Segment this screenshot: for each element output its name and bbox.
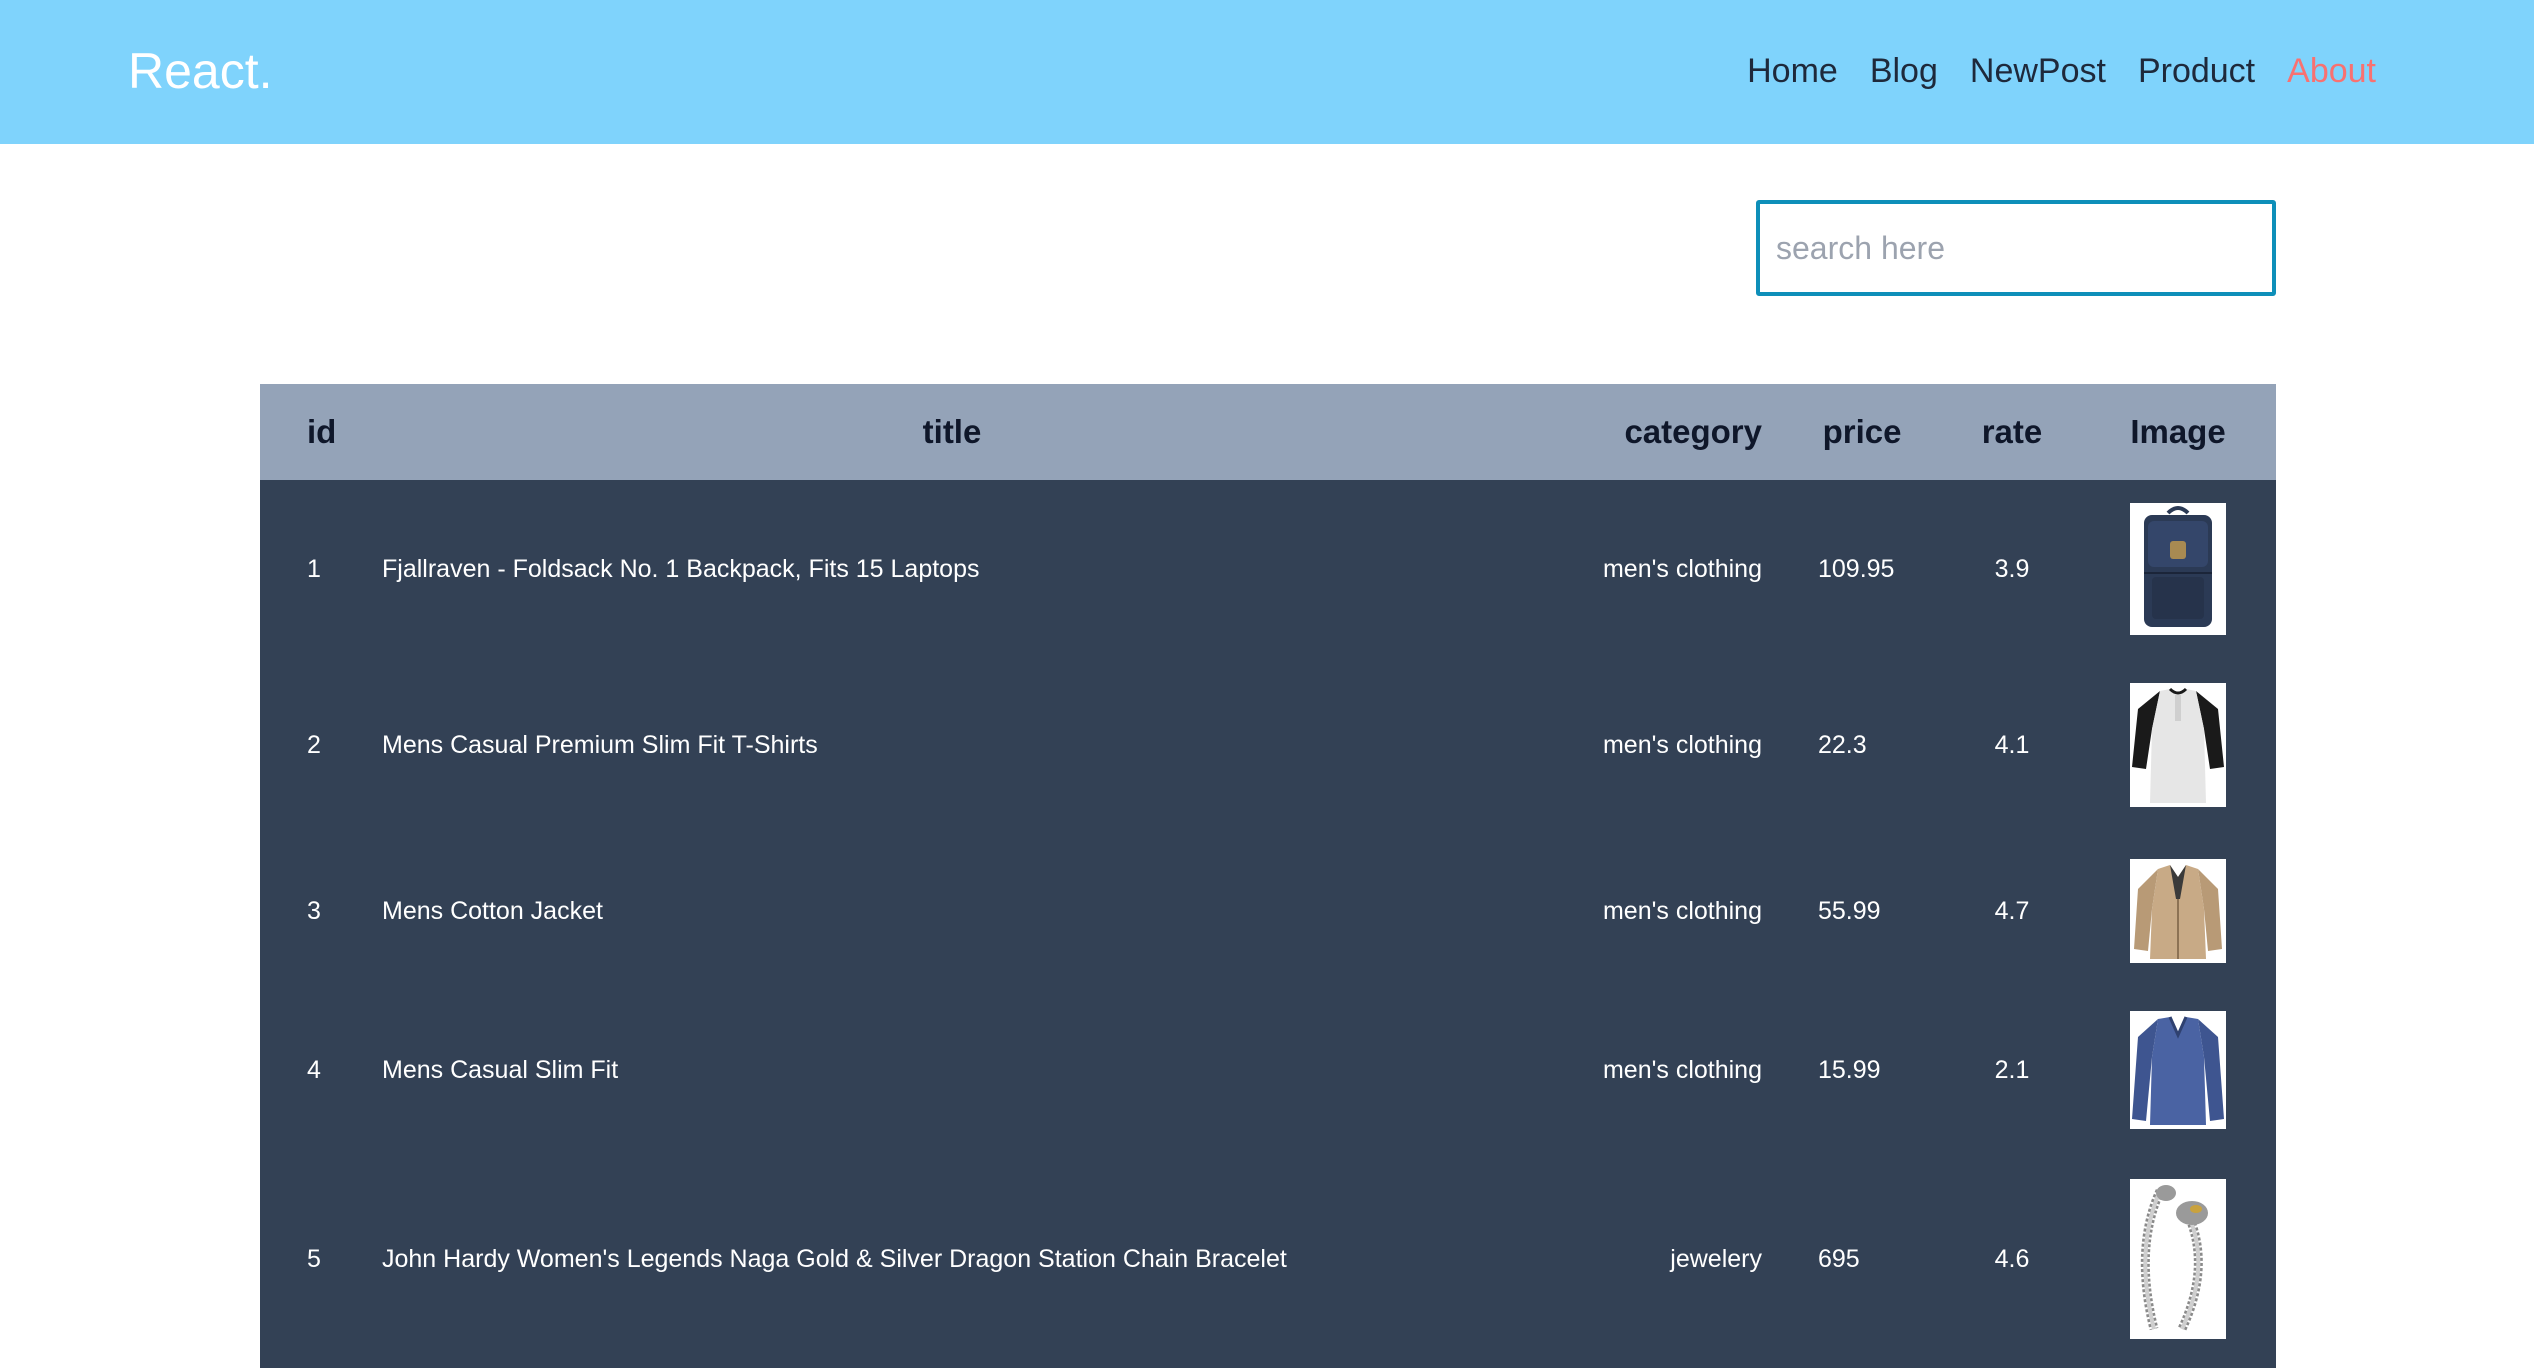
nav-link-home[interactable]: Home <box>1747 52 1838 90</box>
table-row: 5 John Hardy Women's Legends Naga Gold &… <box>260 1150 2276 1368</box>
cell-category: men's clothing <box>1602 896 1762 925</box>
column-header-price: price <box>1822 413 1902 450</box>
cell-rate: 3.9 <box>1994 554 2030 583</box>
cell-title: John Hardy Women's Legends Naga Gold & S… <box>382 1244 1287 1273</box>
cell-price: 15.99 <box>1818 1055 1881 1084</box>
cotton-jacket-thumbnail <box>2130 859 2226 963</box>
table-body: 1 Fjallraven - Foldsack No. 1 Backpack, … <box>260 480 2276 1368</box>
cell-price: 55.99 <box>1818 896 1881 925</box>
navbar: React. Home Blog NewPost Product About <box>0 0 2534 144</box>
nav-item-blog: Blog <box>1870 48 1938 94</box>
cell-category: men's clothing <box>1602 554 1762 583</box>
cell-title: Mens Casual Premium Slim Fit T-Shirts <box>382 730 818 759</box>
nav-item-home: Home <box>1747 48 1838 94</box>
brand-logo[interactable]: React. <box>128 40 273 102</box>
nav-link-blog[interactable]: Blog <box>1870 52 1938 90</box>
nav-item-about: About <box>2287 48 2376 94</box>
table-row: 2 Mens Casual Premium Slim Fit T-Shirts … <box>260 658 2276 832</box>
nav-link-newpost[interactable]: NewPost <box>1970 52 2106 90</box>
cell-id: 4 <box>307 1055 321 1084</box>
cell-rate: 4.7 <box>1994 896 2030 925</box>
nav-link-product[interactable]: Product <box>2138 52 2255 90</box>
cell-image <box>2080 832 2276 990</box>
cell-id: 1 <box>307 554 321 583</box>
nav-item-newpost: NewPost <box>1970 48 2106 94</box>
cell-price: 109.95 <box>1818 554 1895 583</box>
raglan-tshirt-thumbnail <box>2130 683 2226 807</box>
cell-title: Fjallraven - Foldsack No. 1 Backpack, Fi… <box>382 554 980 583</box>
cell-category: men's clothing <box>1602 1055 1762 1084</box>
nav-item-product: Product <box>2138 48 2255 94</box>
cell-category: jewelery <box>1670 1244 1762 1273</box>
cell-title: Mens Cotton Jacket <box>382 896 603 925</box>
cell-rate: 4.6 <box>1994 1244 2030 1273</box>
column-header-category: category <box>1624 413 1762 450</box>
cell-rate: 2.1 <box>1994 1055 2030 1084</box>
cell-image <box>2080 1150 2276 1368</box>
cell-id: 2 <box>307 730 321 759</box>
cell-id: 5 <box>307 1244 321 1273</box>
cell-title: Mens Casual Slim Fit <box>382 1055 619 1084</box>
table-header-row: id title category price rate Image <box>260 384 2276 480</box>
cell-rate: 4.1 <box>1994 730 2030 759</box>
cell-image <box>2080 480 2276 658</box>
column-header-image: Image <box>2130 413 2226 450</box>
dragon-bracelet-thumbnail <box>2130 1179 2226 1339</box>
search-input[interactable] <box>1756 200 2276 296</box>
cell-image <box>2080 658 2276 832</box>
column-header-rate: rate <box>1981 413 2043 450</box>
cell-id: 3 <box>307 896 321 925</box>
table-row: 3 Mens Cotton Jacket men's clothing 55.9… <box>260 832 2276 990</box>
column-header-title: title <box>922 413 982 450</box>
cell-price: 22.3 <box>1818 730 1867 759</box>
cell-category: men's clothing <box>1602 730 1762 759</box>
product-table: id title category price rate Image 1 Fja… <box>260 384 2276 1368</box>
table-row: 1 Fjallraven - Foldsack No. 1 Backpack, … <box>260 480 2276 658</box>
cell-image <box>2080 990 2276 1150</box>
cell-price: 695 <box>1818 1244 1860 1273</box>
nav-links: Home Blog NewPost Product About <box>1747 48 2376 94</box>
nav-link-about[interactable]: About <box>2287 52 2376 90</box>
column-header-id: id <box>307 413 337 450</box>
backpack-thumbnail <box>2130 503 2226 635</box>
long-sleeve-shirt-thumbnail <box>2130 1011 2226 1129</box>
table-row: 4 Mens Casual Slim Fit men's clothing 15… <box>260 990 2276 1150</box>
table-header: id title category price rate Image <box>260 384 2276 480</box>
